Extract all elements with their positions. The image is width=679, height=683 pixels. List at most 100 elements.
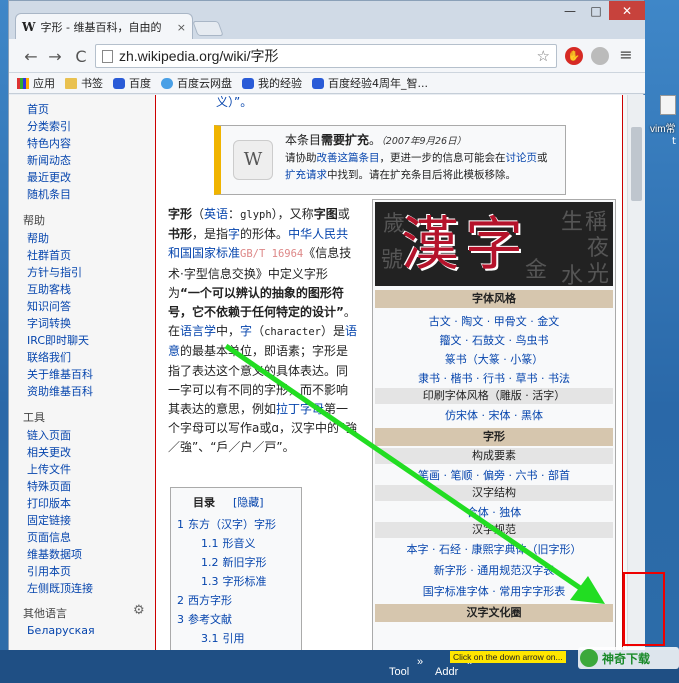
navbox-row[interactable]: 合体 · 独体 <box>375 504 613 520</box>
sidebar-link-shortlink[interactable]: 左侧既顶连接 <box>27 580 93 596</box>
background-glyph: 號 <box>381 248 404 273</box>
character-link[interactable]: 字 <box>240 324 252 338</box>
navbox-row[interactable]: 仿宋体 · 宋体 · 黑体 <box>375 407 613 423</box>
watermark-logo-icon <box>580 649 598 667</box>
close-window-button[interactable]: ✕ <box>609 1 645 20</box>
scrollbar-thumb[interactable] <box>631 127 642 201</box>
bookmark-baidu-cloud[interactable]: 百度云网盘 <box>161 75 232 91</box>
navbox-heading-styles[interactable]: 字体风格 <box>375 290 613 308</box>
sidebar-link-policy[interactable]: 方针与指引 <box>27 264 82 280</box>
sidebar-link-about[interactable]: 关于维基百科 <box>27 366 93 382</box>
bookmark-folder[interactable]: 书签 <box>65 75 103 91</box>
sidebar-link-village-pump[interactable]: 互助客栈 <box>27 281 71 297</box>
reload-button[interactable]: C <box>69 45 93 67</box>
minimize-button[interactable]: — <box>557 1 583 20</box>
baidu-paw-icon <box>113 77 125 89</box>
url-text[interactable]: zh.wikipedia.org/wiki/字形 <box>119 46 279 66</box>
sidebar-link-donate[interactable]: 资助维基百科 <box>27 383 93 399</box>
sidebar-link-print[interactable]: 打印版本 <box>27 495 71 511</box>
desktop-file-icon[interactable] <box>660 95 676 115</box>
taskbar-addr-label[interactable]: Addr <box>435 666 458 678</box>
linguistics-link[interactable]: 语言学 <box>180 324 216 338</box>
toc-item[interactable]: 1.3 字形标准 <box>201 573 267 589</box>
character-term: character <box>264 326 321 339</box>
navbox-row[interactable]: 本字 · 石经 · 康熙字典体（旧字形） <box>375 541 613 557</box>
sidebar-link-wikidata[interactable]: 维基数据项 <box>27 546 82 562</box>
tab-close-icon[interactable]: × <box>177 21 186 34</box>
navbox-row[interactable]: 隶书 · 楷书 · 行书 · 草书 · 书法 <box>375 370 613 386</box>
back-button[interactable]: ← <box>19 45 43 67</box>
navbox-row[interactable]: 笔画 · 笔顺 · 偏旁 · 六书 · 部首 <box>375 467 613 483</box>
desktop-icon-label[interactable]: vim常 <box>650 120 676 135</box>
navbox-heading-glyph[interactable]: 字形 <box>375 428 613 446</box>
navbox-row[interactable]: 国字标准字体 · 常用字字形表 <box>375 583 613 599</box>
navbox-row[interactable]: 新字形 · 通用规范汉字表 <box>375 562 613 578</box>
address-bar[interactable]: zh.wikipedia.org/wiki/字形 ☆ <box>95 44 557 68</box>
sidebar-link-index[interactable]: 分类索引 <box>27 118 71 134</box>
toc-item[interactable]: 2 西方字形 <box>177 592 232 608</box>
toc-item[interactable]: 1 东方（汉字）字形 <box>177 516 276 532</box>
hanzi-calligraphy-image[interactable]: 歲 稱 夜 光 號 金 生 水 漢字 <box>375 202 613 286</box>
sidebar-link-irc[interactable]: IRC即时聊天 <box>27 332 89 348</box>
browser-menu-button[interactable]: ≡ <box>615 45 637 64</box>
sidebar-link-language[interactable]: Беларуская <box>27 624 95 637</box>
navbox-subheading-components[interactable]: 构成要素 <box>375 448 613 464</box>
sidebar-link-recent[interactable]: 最近更改 <box>27 169 71 185</box>
navbox-subheading-standards[interactable]: 汉字规范 <box>375 522 613 538</box>
navbox-heading-sinosphere[interactable]: 汉字文化圈 <box>375 604 613 622</box>
tab-wikipedia[interactable]: W 字形 - 维基百科，自由的 × <box>15 13 193 40</box>
term-bold: 字图 <box>313 207 338 221</box>
toc-number: 3 <box>177 613 184 626</box>
sidebar-link-featured[interactable]: 特色内容 <box>27 135 71 151</box>
latin-alphabet-link[interactable]: 拉丁字母 <box>276 402 324 416</box>
bookmark-baidu-anniversary[interactable]: 百度经验4周年_智... <box>312 75 428 91</box>
sidebar-link-contact[interactable]: 联络我们 <box>27 349 71 365</box>
sidebar-link-qa[interactable]: 知识问答 <box>27 298 71 314</box>
maximize-button[interactable]: □ <box>583 1 609 20</box>
sidebar-link-home[interactable]: 首页 <box>27 101 49 117</box>
sidebar-link-community[interactable]: 社群首页 <box>27 247 71 263</box>
forward-button[interactable]: → <box>43 45 67 67</box>
sidebar-link-cite[interactable]: 引用本页 <box>27 563 71 579</box>
toc-item[interactable]: 1.1 形音义 <box>201 535 256 551</box>
bookmark-star-icon[interactable]: ☆ <box>537 47 550 65</box>
toc-item[interactable]: 3.1 引用 <box>201 630 245 646</box>
character-link[interactable]: 字 <box>228 227 240 241</box>
taskbar-tool-label[interactable]: Tool <box>389 666 409 678</box>
sidebar-heading-languages[interactable]: 其他语言 <box>23 605 67 621</box>
sidebar-link-permalink[interactable]: 固定链接 <box>27 512 71 528</box>
extension-icon[interactable] <box>591 47 609 65</box>
toc-number: 3.1 <box>201 632 219 645</box>
improve-article-link[interactable]: 改善这篇条目 <box>317 152 380 164</box>
toc-item[interactable]: 3 参考文献 <box>177 611 232 627</box>
bookmark-my-experience[interactable]: 我的经验 <box>242 75 302 91</box>
sidebar-link-page-info[interactable]: 页面信息 <box>27 529 71 545</box>
navbox-subheading-print[interactable]: 印刷字体风格（雕版 · 活字） <box>375 388 613 404</box>
adblock-extension-icon[interactable]: ✋ <box>565 47 583 65</box>
toc-hide-toggle[interactable]: [隐藏] <box>233 494 264 510</box>
sidebar-link-conversion[interactable]: 字词转换 <box>27 315 71 331</box>
taskbar-chevron-icon[interactable]: » <box>417 656 423 668</box>
sidebar-link-random[interactable]: 随机条目 <box>27 186 71 202</box>
sidebar-link-upload[interactable]: 上传文件 <box>27 461 71 477</box>
vertical-scrollbar[interactable] <box>627 95 645 651</box>
sidebar-link-special[interactable]: 特殊页面 <box>27 478 71 494</box>
navbox-subheading-structure[interactable]: 汉字结构 <box>375 485 613 501</box>
navbox-row[interactable]: 古文 · 陶文 · 甲骨文 · 金文 <box>375 313 613 329</box>
sidebar-link-related-changes[interactable]: 相关更改 <box>27 444 71 460</box>
sidebar-link-whatlinkshere[interactable]: 链入页面 <box>27 427 71 443</box>
toc-item[interactable]: 1.2 新旧字形 <box>201 554 267 570</box>
sidebar-link-help[interactable]: 帮助 <box>27 230 49 246</box>
language-settings-gear-icon[interactable]: ⚙ <box>133 603 145 618</box>
sidebar-heading-help[interactable]: 帮助 <box>23 212 45 228</box>
new-tab-button[interactable] <box>192 21 224 36</box>
english-link[interactable]: 英语 <box>204 207 228 221</box>
navbox-row[interactable]: 籀文 · 石鼓文 · 鸟虫书 <box>375 332 613 348</box>
talk-page-link[interactable]: 讨论页 <box>506 152 538 164</box>
navbox-row[interactable]: 篆书（大篆 · 小篆） <box>375 351 613 367</box>
bookmark-baidu[interactable]: 百度 <box>113 75 151 91</box>
expand-request-link[interactable]: 扩充请求 <box>285 169 327 181</box>
bookmark-apps[interactable]: 应用 <box>17 75 55 91</box>
sidebar-link-news[interactable]: 新闻动态 <box>27 152 71 168</box>
sidebar-heading-tools[interactable]: 工具 <box>23 409 45 425</box>
